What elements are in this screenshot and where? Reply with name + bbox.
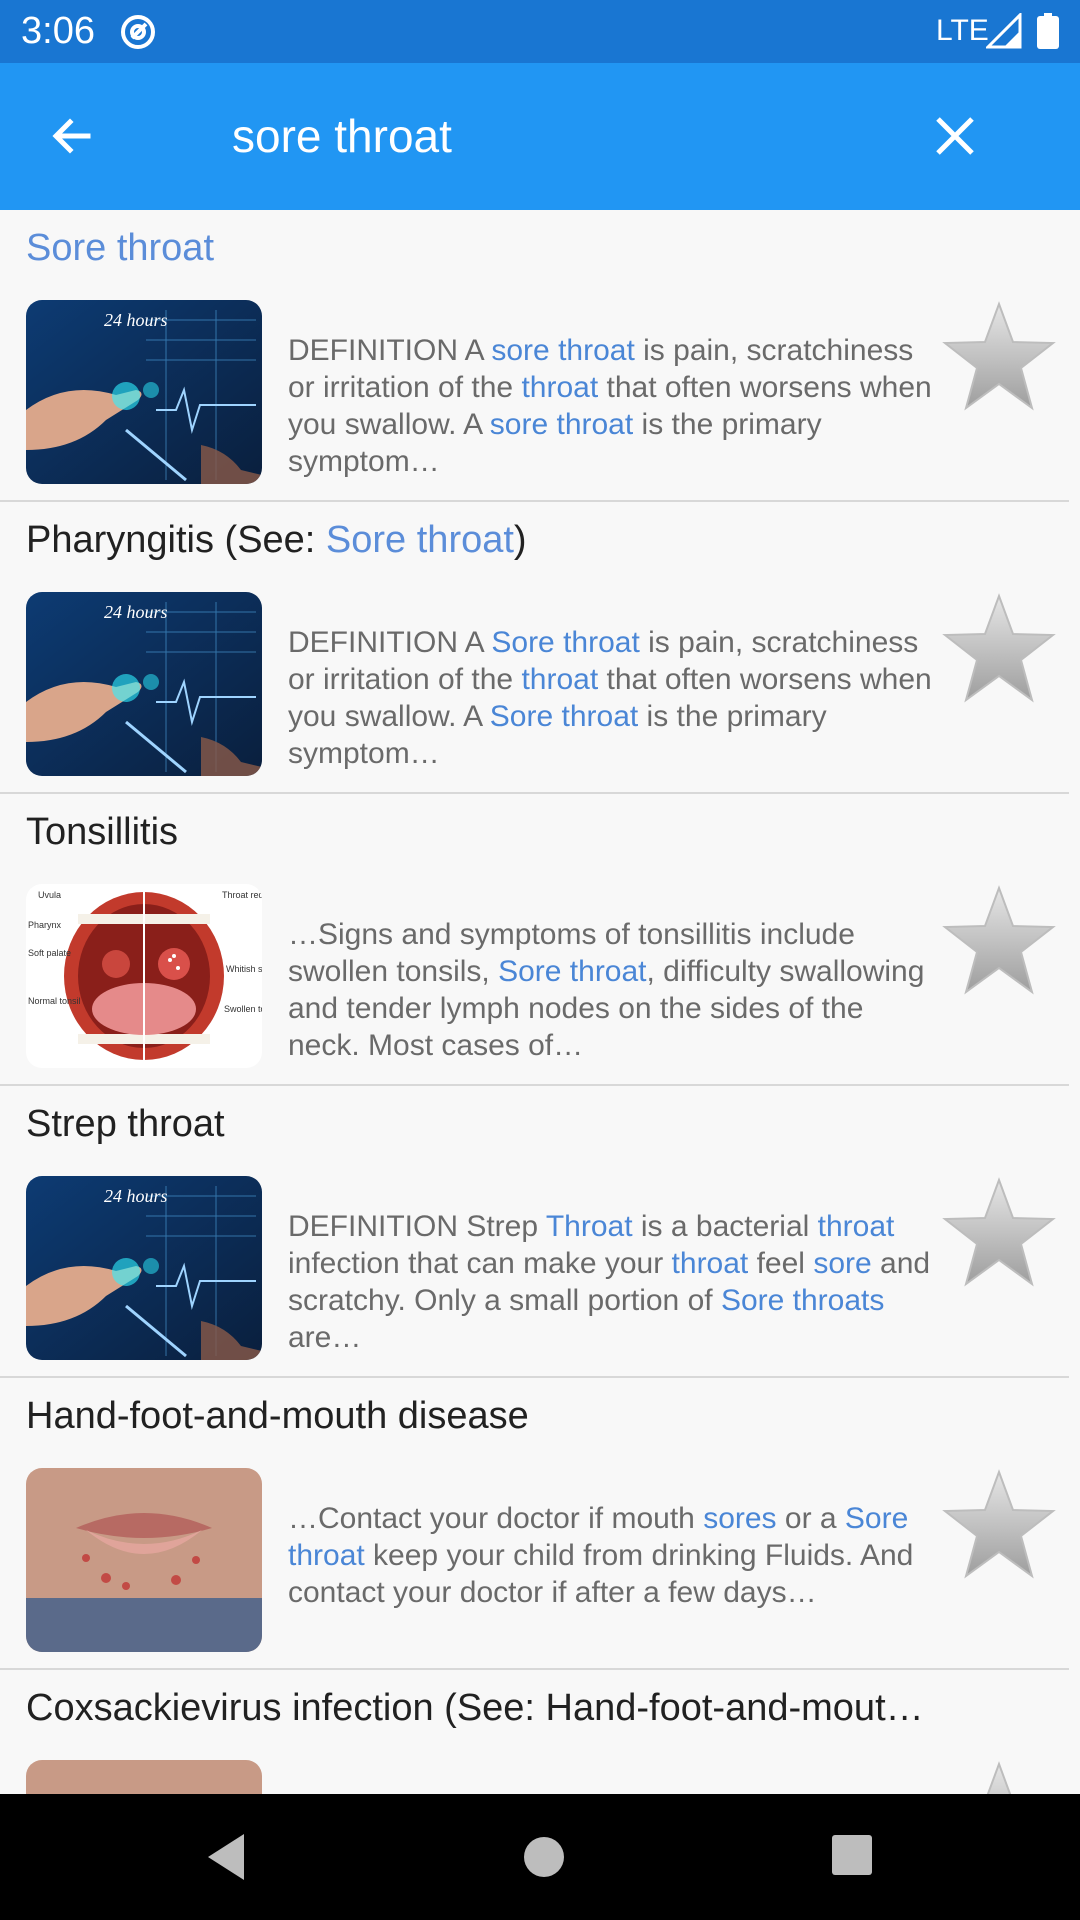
result-item[interactable]: Strep throat 24 hours DEFINITION Strep Thr… [0,1086,1069,1378]
svg-text:Throat redness: Throat redness [222,890,262,900]
svg-text:24 hours: 24 hours [104,310,168,330]
result-title: Coxsackievirus infection (See: Hand-foot… [26,1687,924,1729]
favorite-star-icon[interactable] [939,1466,1059,1586]
svg-text:Whitish spots: Whitish spots [226,964,262,974]
result-thumbnail [26,1468,262,1652]
close-icon [936,117,974,155]
result-thumbnail: 24 hours [26,300,262,484]
status-time: 3:06 [21,10,95,52]
svg-text:Soft palate: Soft palate [28,948,71,958]
result-item[interactable]: Pharyngitis (See: Sore throat) 24 hours DE… [0,502,1069,794]
battery-icon [1037,13,1059,49]
result-title: Hand-foot-and-mouth disease [26,1395,529,1437]
result-snippet: …Signs and symptoms of tonsillitis inclu… [288,918,925,1062]
result-thumbnail: 24 hours [26,592,262,776]
result-item[interactable]: Sore throat 24 hours DEFINITION A sore thr… [0,210,1069,502]
svg-text:Swollen tonsil: Swollen tonsil [224,1004,262,1014]
signal-icon [984,11,1022,49]
favorite-star-icon[interactable] [939,882,1059,1002]
result-snippet: DEFINITION Strep Throat is a bacterial t… [288,1210,931,1354]
result-item[interactable]: Tonsillitis Uvula Pharynx Soft palate Normal… [0,794,1069,1086]
svg-text:Normal tonsil: Normal tonsil [28,996,81,1006]
status-bar: 3:06 LTE [0,0,1080,63]
svg-text:Uvula: Uvula [38,890,61,900]
result-item[interactable]: Coxsackievirus infection (See: Hand-foot… [0,1670,1069,1794]
nav-back-icon[interactable] [202,1830,250,1884]
search-app-bar: sore throat [0,63,1080,210]
result-thumbnail: Uvula Pharynx Soft palate Normal tonsil Thro… [26,884,262,1068]
result-snippet: …Contact your doctor if mouth sores or a… [288,1502,914,1609]
result-thumbnail: 24 hours [26,1176,262,1360]
favorite-star-icon[interactable] [939,298,1059,418]
result-snippet: DEFINITION A sore throat is pain, scratc… [288,334,932,478]
svg-text:24 hours: 24 hours [104,602,168,622]
favorite-star-icon[interactable] [939,590,1059,710]
svg-text:24 hours: 24 hours [104,1186,168,1206]
result-title: Tonsillitis [26,811,179,853]
results-list: Sore throat 24 hours DEFINITION A sore thr… [0,210,1080,1794]
nav-home-icon[interactable] [520,1833,568,1881]
result-title: Pharyngitis (See: Sore throat) [26,519,527,561]
result-snippet: DEFINITION A Sore throat is pain, scratc… [288,626,932,770]
navigation-bar [0,1794,1080,1920]
arrow-back-icon [52,118,91,154]
clear-search-button[interactable] [925,106,985,166]
result-title: Strep throat [26,1103,225,1145]
result-thumbnail [26,1760,262,1794]
result-item[interactable]: Hand-foot-and-mouth disease …Contact your… [0,1378,1069,1670]
back-button[interactable] [42,106,102,166]
search-input[interactable]: sore throat [232,103,872,169]
data-saver-icon [118,12,158,52]
network-type: LTE [936,14,989,47]
favorite-star-icon[interactable] [939,1174,1059,1294]
svg-text:Pharynx: Pharynx [28,920,62,930]
favorite-star-icon[interactable] [939,1758,1059,1794]
result-title: Sore throat [26,227,214,269]
nav-recent-icon[interactable] [830,1833,874,1877]
